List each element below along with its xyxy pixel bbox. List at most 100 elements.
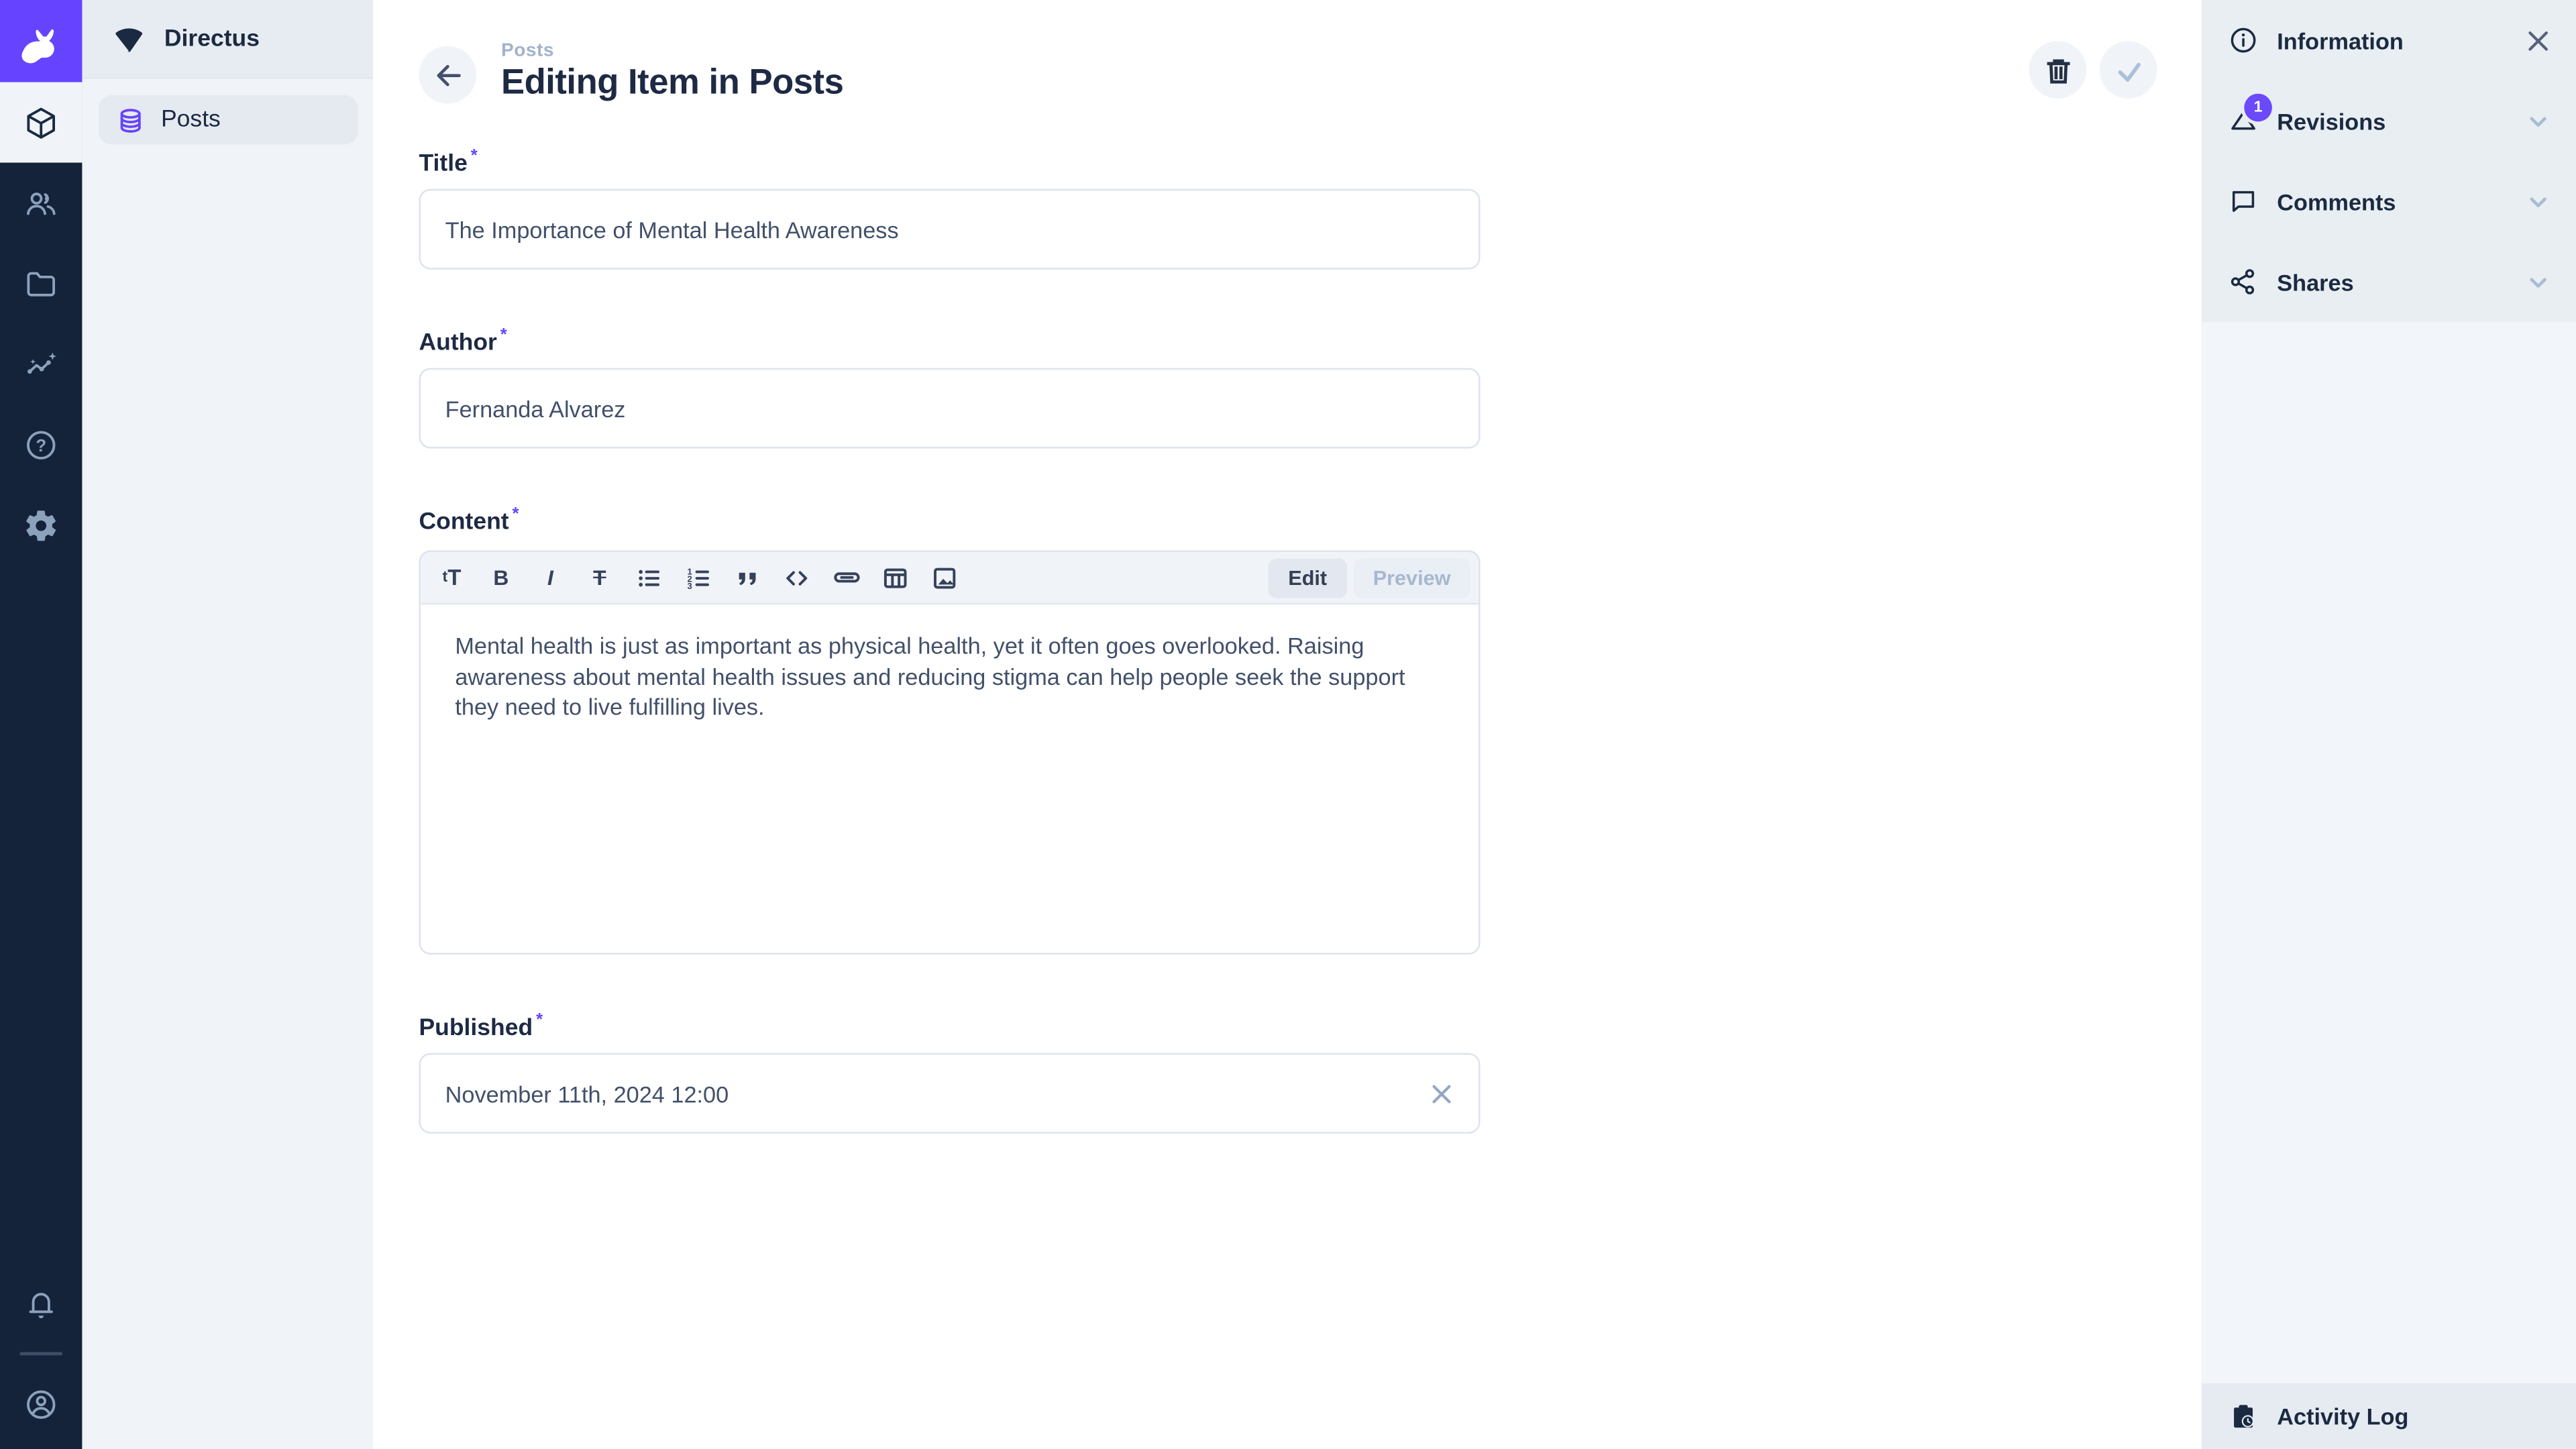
expand-revisions-button[interactable] <box>2525 107 2551 133</box>
header-actions <box>2029 41 2157 99</box>
author-input[interactable] <box>419 368 1480 449</box>
sidebar-section-label: Information <box>2277 27 2404 53</box>
title-block: Posts Editing Item in Posts <box>501 41 843 103</box>
help-icon: ? <box>23 427 59 463</box>
revisions-count-badge: 1 <box>2244 94 2272 122</box>
arrow-left-icon <box>431 58 464 91</box>
nav-item-label: Posts <box>161 107 221 133</box>
field-title: Title* <box>419 146 1480 270</box>
close-sidebar-button[interactable] <box>2525 27 2551 53</box>
published-label: Published* <box>419 1015 543 1041</box>
main-content: Posts Editing Item in Posts <box>373 0 2202 1449</box>
code-icon <box>784 564 810 590</box>
strikethrough-icon: T <box>593 567 606 588</box>
expand-comments-button[interactable] <box>2525 188 2551 214</box>
sidebar-section-label: Comments <box>2277 188 2396 214</box>
author-label: Author* <box>419 330 506 356</box>
clear-published-button[interactable] <box>1430 1081 1454 1106</box>
module-content[interactable] <box>0 82 82 162</box>
format-size-button[interactable]: tT <box>432 557 472 597</box>
svg-text:3: 3 <box>687 580 692 590</box>
numbered-list-icon: 123 <box>685 564 711 590</box>
title-input[interactable] <box>419 189 1480 270</box>
sidebar-item-posts[interactable]: Posts <box>99 95 358 144</box>
table-button[interactable] <box>875 557 915 597</box>
published-input[interactable] <box>419 1053 1480 1134</box>
notifications-button[interactable] <box>0 1265 82 1346</box>
bold-icon: B <box>493 567 508 588</box>
strikethrough-button[interactable]: T <box>580 557 619 597</box>
link-button[interactable] <box>826 557 866 597</box>
module-bar-divider <box>19 1352 62 1356</box>
chevron-down-icon <box>2525 107 2551 133</box>
field-published: Published* <box>419 1010 1480 1134</box>
italic-icon: I <box>547 567 553 588</box>
page-title: Editing Item in Posts <box>501 62 843 103</box>
required-mark: * <box>513 504 519 524</box>
editor-tabs: Edit Preview <box>1269 557 1470 597</box>
tab-preview[interactable]: Preview <box>1353 557 1470 597</box>
revisions-icon-wrap: 1 <box>2228 105 2259 137</box>
directus-rabbit-logo[interactable] <box>0 0 82 82</box>
required-mark: * <box>536 1010 543 1030</box>
table-icon <box>882 564 908 590</box>
code-button[interactable] <box>777 557 816 597</box>
sidebar-empty-area <box>2202 322 2576 1383</box>
activity-log-icon <box>2228 1401 2259 1432</box>
svg-text:?: ? <box>36 436 46 455</box>
editor-toolbar: tT B I T 123 <box>421 552 1479 604</box>
published-input-wrap <box>419 1053 1480 1134</box>
chevron-down-icon <box>2525 188 2551 214</box>
collection-nav: Directus Posts <box>82 0 372 1449</box>
image-button[interactable] <box>925 557 965 597</box>
sidebar-section-shares[interactable]: Shares <box>2202 241 2576 322</box>
bold-button[interactable]: B <box>482 557 521 597</box>
required-mark: * <box>471 146 478 166</box>
info-icon <box>2228 25 2259 56</box>
italic-button[interactable]: I <box>531 557 570 597</box>
tab-edit[interactable]: Edit <box>1269 557 1347 597</box>
content-label: Content* <box>419 509 519 535</box>
module-insights[interactable] <box>0 323 82 404</box>
activity-log-label: Activity Log <box>2277 1403 2408 1429</box>
blockquote-button[interactable] <box>728 557 767 597</box>
share-icon <box>2228 266 2259 298</box>
content-textarea[interactable]: Mental health is just as important as ph… <box>421 604 1479 953</box>
field-content: Content* tT B I T <box>419 504 1480 955</box>
right-sidebar: Information 1 Revisions <box>2202 0 2576 1449</box>
account-button[interactable] <box>0 1364 82 1444</box>
title-label: Title* <box>419 151 477 177</box>
expand-shares-button[interactable] <box>2525 268 2551 294</box>
close-icon <box>2525 27 2551 53</box>
module-file-library[interactable] <box>0 243 82 323</box>
directus-app: ? <box>0 0 2576 1449</box>
comment-icon <box>2228 186 2259 217</box>
module-bar-spacer <box>0 565 82 1265</box>
bullet-list-icon <box>636 564 662 590</box>
activity-log-button[interactable]: Activity Log <box>2202 1383 2576 1449</box>
sidebar-section-revisions[interactable]: 1 Revisions <box>2202 80 2576 161</box>
breadcrumb[interactable]: Posts <box>501 41 843 60</box>
module-bar: ? <box>0 0 82 1449</box>
back-button[interactable] <box>419 46 476 104</box>
module-settings[interactable] <box>0 484 82 565</box>
blockquote-icon <box>735 564 761 590</box>
numbered-list-button[interactable]: 123 <box>678 557 718 597</box>
module-help[interactable]: ? <box>0 404 82 484</box>
save-button[interactable] <box>2100 41 2157 99</box>
trash-icon <box>2043 55 2072 85</box>
link-icon <box>832 564 860 592</box>
module-user-directory[interactable] <box>0 162 82 243</box>
project-bar[interactable]: Directus <box>82 0 372 79</box>
field-author: Author* <box>419 325 1480 449</box>
rabbit-icon <box>16 16 65 65</box>
project-fan-icon <box>112 21 146 56</box>
bullet-list-button[interactable] <box>629 557 669 597</box>
sidebar-section-comments[interactable]: Comments <box>2202 161 2576 241</box>
sidebar-section-information[interactable]: Information <box>2202 0 2576 80</box>
delete-button[interactable] <box>2029 41 2086 99</box>
markdown-editor: tT B I T 123 <box>419 550 1480 954</box>
sidebar-section-label: Shares <box>2277 268 2353 294</box>
project-name: Directus <box>164 25 260 52</box>
page-header: Posts Editing Item in Posts <box>373 0 2202 103</box>
